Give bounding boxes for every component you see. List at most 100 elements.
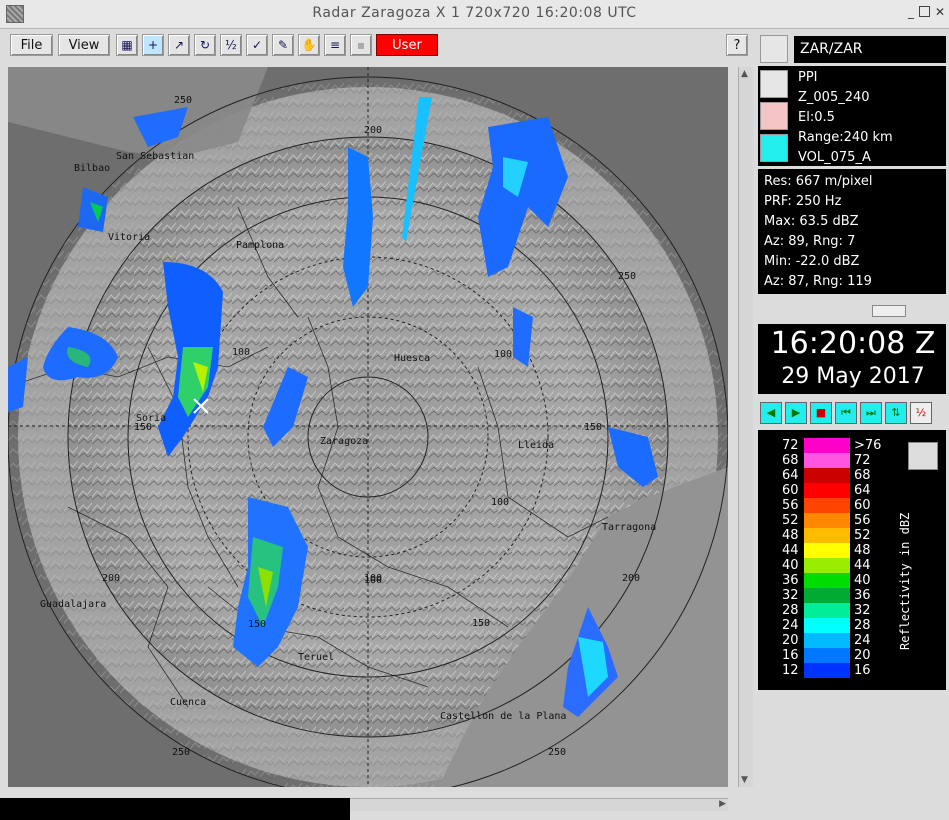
marker-icon[interactable]: ✋	[298, 34, 320, 56]
legend-hi-label: 60	[854, 498, 871, 513]
last-frame-icon[interactable]: ⏭	[860, 402, 882, 424]
legend-hi-label: >76	[854, 438, 882, 453]
first-frame-icon[interactable]: ⏮	[835, 402, 857, 424]
legend-swatch	[804, 528, 850, 543]
city-soria: Soria	[136, 413, 166, 424]
legend-row: 12 16	[758, 663, 948, 678]
legend-swatch	[804, 453, 850, 468]
disabled-tool-icon: ▪	[350, 34, 372, 56]
legend-hi-label: 20	[854, 648, 871, 663]
crosshair-icon[interactable]: +	[142, 34, 164, 56]
health-icon[interactable]	[760, 102, 788, 130]
legend-hi-label: 40	[854, 573, 871, 588]
layers-icon[interactable]: ≡	[324, 34, 346, 56]
play-icon[interactable]: ▶	[785, 402, 807, 424]
legend-swatch	[804, 558, 850, 573]
city-teruel: Teruel	[298, 652, 334, 663]
city-guadalajara: Guadalajara	[40, 599, 106, 610]
stop-icon[interactable]: ■	[810, 402, 832, 424]
legend-lo-label: 28	[782, 603, 799, 618]
overlay-icon[interactable]: ✓	[246, 34, 268, 56]
legend-title: Reflectivity in dBZ	[898, 512, 912, 650]
ring-label-250b: 250	[618, 271, 636, 282]
help-button[interactable]: ?	[726, 34, 748, 56]
city-cuenca: Cuenca	[170, 697, 206, 708]
view-menu-button[interactable]: View	[58, 34, 110, 56]
city-san-sebastian: San Sebastian	[116, 151, 194, 162]
legend-swatch	[804, 618, 850, 633]
legend-swatch	[804, 573, 850, 588]
legend-hi-label: 52	[854, 528, 871, 543]
legend-hi-label: 36	[854, 588, 871, 603]
site-icon[interactable]	[760, 35, 788, 63]
legend-swatch	[804, 468, 850, 483]
legend-lo-label: 72	[782, 438, 799, 453]
legend-lo-label: 60	[782, 483, 799, 498]
ring-label-200c: 200	[102, 573, 120, 584]
close-icon[interactable]: ✕	[934, 6, 946, 18]
scroll-up-icon[interactable]: ▲	[741, 69, 748, 79]
station-label: ZAR/ZAR	[800, 41, 863, 57]
file-menu-button[interactable]: File	[10, 34, 53, 56]
clock-icon[interactable]	[760, 134, 788, 162]
ring-label-200b: 200	[622, 573, 640, 584]
legend-row: 24 28	[758, 618, 948, 633]
user-button[interactable]: User	[376, 34, 438, 56]
dual-view-icon[interactable]: ½	[220, 34, 242, 56]
ring-label-100c: 100	[491, 497, 509, 508]
scroll-down-icon[interactable]: ▼	[741, 775, 748, 785]
legend-lo-label: 40	[782, 558, 799, 573]
slider-thumb[interactable]	[872, 305, 906, 317]
legend-row: 60 64	[758, 483, 948, 498]
product-range: Range:240 km	[798, 130, 893, 145]
maximize-icon[interactable]	[919, 6, 930, 17]
detail-min: Min: -22.0 dBZ	[764, 254, 860, 269]
playback-controls: ◀ ▶ ■ ⏮ ⏭ ⇅ ½	[760, 402, 946, 424]
product-type: PPI	[798, 70, 818, 85]
product-volume: VOL_075_A	[798, 150, 871, 165]
detail-res: Res: 667 m/pixel	[764, 174, 873, 189]
step-back-icon[interactable]: ◀	[760, 402, 782, 424]
status-bar	[0, 798, 350, 820]
sidebar: ZAR/ZAR PPI Z_005_240 El:0.5 Range:240 k…	[756, 29, 949, 820]
product-elevation: El:0.5	[798, 110, 835, 125]
city-castellon: Castellon de la Plana	[440, 711, 566, 722]
legend-swatch	[804, 483, 850, 498]
palette-icon[interactable]: ▦	[116, 34, 138, 56]
legend-panel: 72 >76 68 72 64 68 60 64 56 60 52 56 48 52 44 48 40 44 36 4…	[758, 430, 946, 690]
radar-map[interactable]: 200 100 100 100 100 250 250 250 250 150 …	[8, 67, 728, 787]
ring-label-250d: 250	[548, 747, 566, 758]
product-grid-icon[interactable]	[760, 70, 788, 98]
legend-row: 16 20	[758, 648, 948, 663]
city-bilbao: Bilbao	[74, 163, 110, 174]
minimize-icon[interactable]: _	[905, 6, 917, 18]
legend-lo-label: 12	[782, 663, 799, 678]
legend-hi-label: 48	[854, 543, 871, 558]
legend-swatch	[804, 633, 850, 648]
detail-max: Max: 63.5 dBZ	[764, 214, 859, 229]
frame-split-icon[interactable]: ½	[910, 402, 932, 424]
legend-swatch	[804, 663, 850, 678]
station-box: ZAR/ZAR	[794, 36, 946, 63]
measure-icon[interactable]: ↗	[168, 34, 190, 56]
legend-swatch	[804, 438, 850, 453]
city-lleida: Lleida	[518, 440, 554, 451]
city-zaragoza: Zaragoza	[320, 436, 368, 447]
legend-row: 36 40	[758, 573, 948, 588]
city-huesca: Huesca	[394, 353, 430, 364]
detail-prf: PRF: 250 Hz	[764, 194, 842, 209]
legend-swatch	[804, 498, 850, 513]
title-bar: Radar Zaragoza X 1 720x720 16:20:08 UTC …	[0, 0, 949, 29]
legend-lo-label: 36	[782, 573, 799, 588]
legend-row: 64 68	[758, 468, 948, 483]
window-title: Radar Zaragoza X 1 720x720 16:20:08 UTC	[312, 5, 637, 21]
clock-time: 16:20:08 Z	[770, 326, 936, 361]
legend-lo-label: 24	[782, 618, 799, 633]
refresh-icon[interactable]: ↻	[194, 34, 216, 56]
scroll-right-icon[interactable]: ▶	[719, 799, 726, 809]
legend-swatch	[804, 513, 850, 528]
legend-lo-label: 64	[782, 468, 799, 483]
edit-icon[interactable]: ✎	[272, 34, 294, 56]
vertical-scrollbar[interactable]: ▲ ▼	[738, 67, 753, 787]
city-tarragona: Tarragona	[602, 522, 656, 533]
